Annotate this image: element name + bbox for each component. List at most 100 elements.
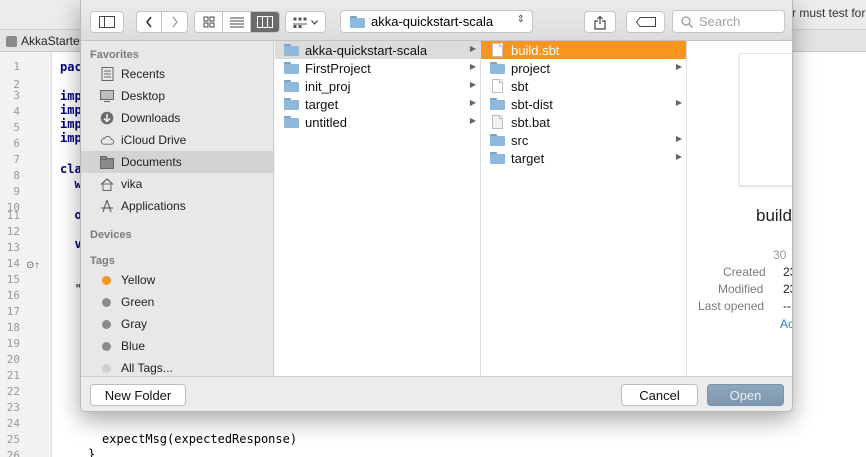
sidebar-tag-blue[interactable]: Blue bbox=[81, 335, 273, 357]
group-by-button[interactable] bbox=[285, 11, 326, 33]
sidebar-tag-green[interactable]: Green bbox=[81, 291, 273, 313]
item-label: build.sbt bbox=[511, 42, 560, 58]
code-line: v bbox=[60, 237, 82, 251]
file-thumbnail bbox=[739, 53, 792, 186]
line-number: 21 bbox=[6, 369, 20, 382]
location-label: akka-quickstart-scala bbox=[371, 14, 494, 29]
code-line: cla bbox=[60, 162, 82, 176]
list-item[interactable]: sbt-dist ▶ bbox=[481, 95, 686, 113]
back-button[interactable] bbox=[137, 12, 162, 32]
line-number: 15 bbox=[6, 273, 20, 286]
override-marker-icon[interactable]: ⊙↑ bbox=[26, 260, 39, 271]
folder-icon bbox=[490, 134, 505, 146]
item-label: FirstProject bbox=[305, 60, 371, 76]
line-number: 7 bbox=[13, 153, 20, 166]
search-field[interactable]: Search bbox=[672, 10, 785, 33]
downloads-icon bbox=[100, 111, 114, 125]
desktop-icon bbox=[100, 89, 114, 103]
list-item[interactable]: build.sbt bbox=[481, 41, 686, 59]
item-label: sbt-dist bbox=[511, 96, 553, 112]
file-icon bbox=[492, 43, 503, 57]
item-label: project bbox=[511, 60, 551, 76]
forward-button[interactable] bbox=[162, 12, 187, 32]
sidebar-item-applications[interactable]: Applications bbox=[81, 195, 273, 217]
tag-color-dot-icon bbox=[102, 275, 111, 285]
icon-view-button[interactable] bbox=[195, 12, 223, 32]
sidebar-tag-yellow[interactable]: Yellow bbox=[81, 269, 273, 291]
project-icon bbox=[6, 35, 17, 47]
list-item[interactable]: target ▶ bbox=[481, 149, 686, 167]
navigation-buttons bbox=[136, 11, 188, 33]
sidebar-tag-gray[interactable]: Gray bbox=[81, 313, 273, 335]
add-tags-link[interactable]: Ac bbox=[780, 317, 792, 331]
location-popup[interactable]: akka-quickstart-scala ⇕ bbox=[340, 10, 533, 33]
list-view-icon bbox=[229, 17, 244, 27]
sidebar-item-label: Desktop bbox=[121, 89, 166, 103]
favorites-heading: Favorites bbox=[90, 49, 139, 61]
line-number: 13 bbox=[6, 241, 20, 254]
tag-color-dot-icon bbox=[102, 297, 111, 307]
list-item[interactable]: sbt bbox=[481, 77, 686, 95]
cancel-button[interactable]: Cancel bbox=[621, 384, 698, 406]
list-item[interactable]: target ▶ bbox=[275, 95, 480, 113]
line-number: 16 bbox=[6, 289, 20, 302]
tag-button[interactable] bbox=[626, 11, 665, 33]
line-number: 24 bbox=[6, 417, 20, 430]
ide-tab[interactable]: AkkaStarte bbox=[0, 30, 86, 52]
list-item[interactable]: sbt.bat bbox=[481, 113, 686, 131]
list-item[interactable]: akka-quickstart-scala ▶ bbox=[275, 41, 480, 59]
line-number: 11 bbox=[6, 209, 20, 222]
line-number: 26 bbox=[6, 449, 20, 457]
list-item[interactable]: src ▶ bbox=[481, 131, 686, 149]
sidebar-item-label: Yellow bbox=[121, 273, 156, 287]
column-view-button[interactable] bbox=[251, 12, 279, 32]
new-folder-button[interactable]: New Folder bbox=[90, 384, 186, 406]
code-line: imp bbox=[60, 89, 82, 103]
item-label: sbt.bat bbox=[511, 114, 551, 130]
share-button[interactable] bbox=[584, 11, 616, 33]
sidebar-item-label: Documents bbox=[121, 155, 182, 169]
line-number: 12 bbox=[6, 225, 20, 238]
preview-title: build bbox=[756, 206, 792, 225]
sidebar-item-icloud-drive[interactable]: iCloud Drive bbox=[81, 129, 273, 151]
folder-icon bbox=[284, 116, 299, 128]
line-number: 4 bbox=[13, 105, 20, 118]
search-placeholder: Search bbox=[699, 14, 741, 29]
list-item[interactable]: FirstProject ▶ bbox=[275, 59, 480, 77]
code-line: " bbox=[60, 282, 82, 296]
open-button[interactable]: Open bbox=[707, 384, 784, 406]
list-item[interactable]: untitled ▶ bbox=[275, 113, 480, 131]
sidebar-item-label: Downloads bbox=[121, 111, 181, 125]
list-item[interactable]: init_proj ▶ bbox=[275, 77, 480, 95]
group-by-icon bbox=[293, 17, 307, 28]
line-number: 5 bbox=[13, 121, 20, 134]
share-icon bbox=[594, 15, 606, 30]
list-view-button[interactable] bbox=[223, 12, 251, 32]
sidebar-toggle-button[interactable] bbox=[90, 11, 124, 33]
sidebar-item-label: iCloud Drive bbox=[121, 133, 187, 147]
file-icon bbox=[492, 79, 503, 93]
sidebar-item-label: Applications bbox=[121, 199, 186, 213]
code-line: imp bbox=[60, 131, 82, 145]
line-number: 6 bbox=[13, 137, 20, 150]
tag-icon bbox=[635, 17, 656, 27]
dialog-sidebar: Favorites Recents Desktop Downloads iClo… bbox=[81, 41, 274, 376]
code-line: imp bbox=[60, 117, 82, 131]
sidebar-item-recents[interactable]: Recents bbox=[81, 63, 273, 85]
sidebar-toggle-icon bbox=[99, 16, 115, 28]
dialog-toolbar: akka-quickstart-scala ⇕ Search bbox=[81, 0, 792, 41]
tag-color-dot-icon bbox=[102, 319, 111, 329]
list-item[interactable]: project ▶ bbox=[481, 59, 686, 77]
sidebar-item-home[interactable]: vika bbox=[81, 173, 273, 195]
ide-tab-label: AkkaStarte bbox=[21, 34, 80, 48]
line-number: 18 bbox=[6, 321, 20, 334]
folder-icon bbox=[284, 80, 299, 92]
recents-icon bbox=[100, 67, 114, 81]
code-line: w bbox=[60, 177, 82, 191]
applications-icon bbox=[100, 199, 114, 213]
sidebar-item-downloads[interactable]: Downloads bbox=[81, 107, 273, 129]
open-file-dialog: akka-quickstart-scala ⇕ Search Favorites… bbox=[80, 0, 793, 412]
line-number: 25 bbox=[6, 433, 20, 446]
sidebar-item-documents[interactable]: Documents bbox=[81, 151, 273, 173]
sidebar-item-desktop[interactable]: Desktop bbox=[81, 85, 273, 107]
